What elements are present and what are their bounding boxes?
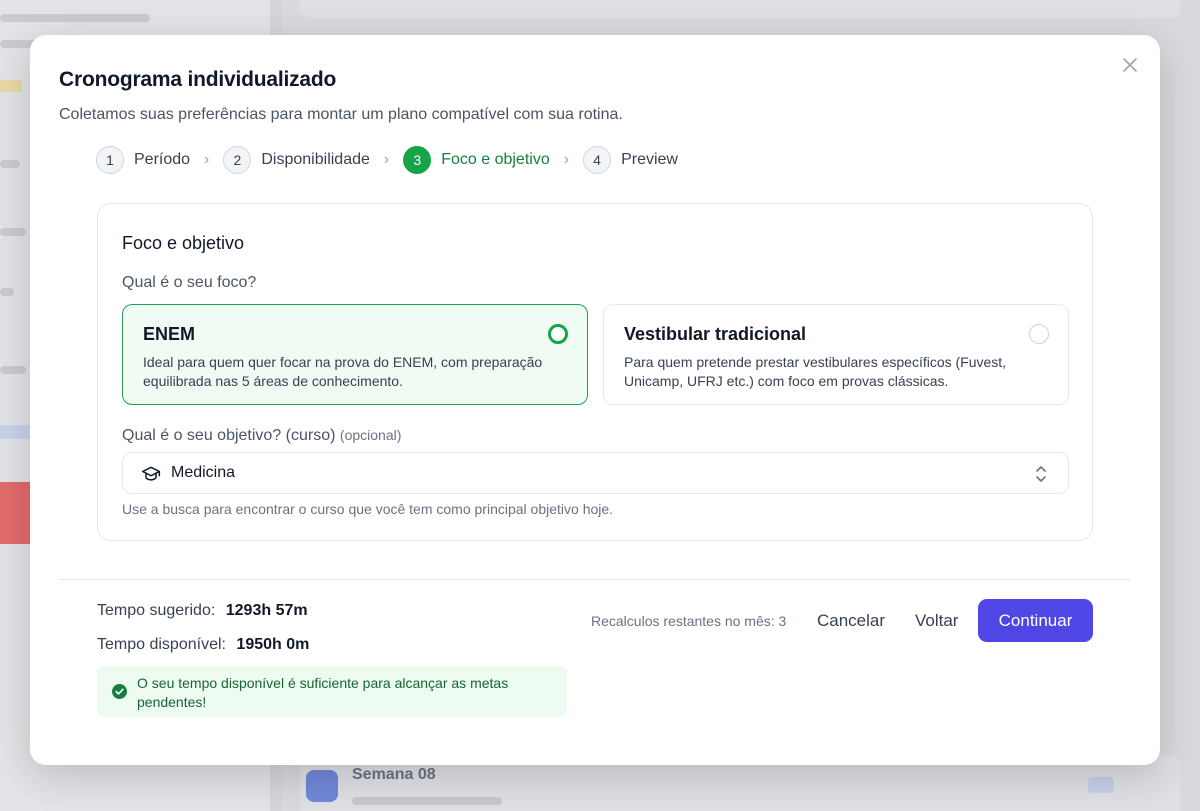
background-badge <box>1088 777 1114 793</box>
modal-title: Cronograma individualizado <box>59 68 337 91</box>
background-badge <box>0 80 22 92</box>
step-label: Foco e objetivo <box>441 151 550 168</box>
available-time: Tempo disponível: 1950h 0m <box>97 636 309 654</box>
focus-goal-card: Foco e objetivo Qual é o seu foco? ENEM … <box>97 203 1093 541</box>
goal-question-text: Qual é o seu objetivo? (curso) <box>122 427 336 444</box>
radio-selected[interactable] <box>548 324 568 344</box>
available-time-label: Tempo disponível: <box>97 636 226 653</box>
background-active-item <box>0 425 30 439</box>
step-periodo[interactable]: 1 Período <box>96 146 190 174</box>
option-enem[interactable]: ENEM Ideal para quem quer focar na prova… <box>122 304 588 405</box>
chevron-right-icon: › <box>383 151 390 168</box>
step-label: Período <box>134 151 191 168</box>
modal-subtitle: Coletamos suas preferências para montar … <box>59 106 623 123</box>
option-title: Vestibular tradicional <box>624 324 807 344</box>
recalc-remaining: Recalculos restantes no mês: 3 <box>591 613 787 629</box>
radio-unselected[interactable] <box>1029 324 1049 344</box>
suggested-time: Tempo sugerido: 1293h 57m <box>97 602 308 620</box>
step-number: 3 <box>403 146 432 174</box>
schedule-modal: Cronograma individualizado Coletamos sua… <box>30 35 1160 765</box>
back-button[interactable]: Voltar <box>903 607 970 635</box>
success-alert: O seu tempo disponível é suficiente para… <box>97 666 567 717</box>
alert-text: O seu tempo disponível é suficiente para… <box>137 675 509 710</box>
chevron-right-icon: › <box>563 151 570 168</box>
step-number: 2 <box>223 146 252 174</box>
step-label: Preview <box>621 151 678 168</box>
option-description: Ideal para quem quer focar na prova do E… <box>143 354 543 389</box>
option-title: ENEM <box>143 324 196 344</box>
option-description: Para quem pretende prestar vestibulares … <box>624 354 1007 389</box>
close-button[interactable] <box>1118 53 1142 77</box>
calendar-icon <box>306 770 338 802</box>
available-time-value: 1950h 0m <box>236 636 310 653</box>
step-disponibilidade[interactable]: 2 Disponibilidade <box>223 146 370 174</box>
check-circle-icon <box>112 684 127 699</box>
chevron-right-icon: › <box>204 151 210 168</box>
goal-course-value: Medicina <box>171 464 236 481</box>
graduation-cap-icon <box>141 466 161 481</box>
goal-optional-tag: (opcional) <box>339 427 402 443</box>
step-label: Disponibilidade <box>261 151 370 168</box>
background-week-sub <box>352 797 502 805</box>
card-title: Foco e objetivo <box>122 233 245 253</box>
focus-question: Qual é o seu foco? <box>122 274 257 291</box>
continue-button[interactable]: Continuar <box>978 599 1093 642</box>
goal-question: Qual é o seu objetivo? (curso) (opcional… <box>122 427 401 445</box>
background-alert-item <box>0 482 34 544</box>
option-vestibular-tradicional[interactable]: Vestibular tradicional Para quem pretend… <box>603 304 1069 405</box>
step-preview[interactable]: 4 Preview <box>583 146 678 174</box>
suggested-time-label: Tempo sugerido: <box>97 602 216 619</box>
step-number: 1 <box>96 146 124 174</box>
step-foco-objetivo[interactable]: 3 Foco e objetivo <box>403 146 550 174</box>
chevron-up-down-icon <box>1036 466 1046 482</box>
cancel-button[interactable]: Cancelar <box>805 607 897 635</box>
step-number: 4 <box>583 146 612 174</box>
close-icon <box>1123 58 1137 72</box>
background-card <box>300 0 1180 18</box>
divider <box>59 579 1131 580</box>
background-week-label: Semana 08 <box>352 766 436 783</box>
goal-help-text: Use a busca para encontrar o curso que v… <box>122 501 614 517</box>
suggested-time-value: 1293h 57m <box>225 602 308 619</box>
goal-course-select[interactable]: Medicina <box>122 452 1069 494</box>
stepper: 1 Período › 2 Disponibilidade › 3 Foco e… <box>96 146 678 174</box>
